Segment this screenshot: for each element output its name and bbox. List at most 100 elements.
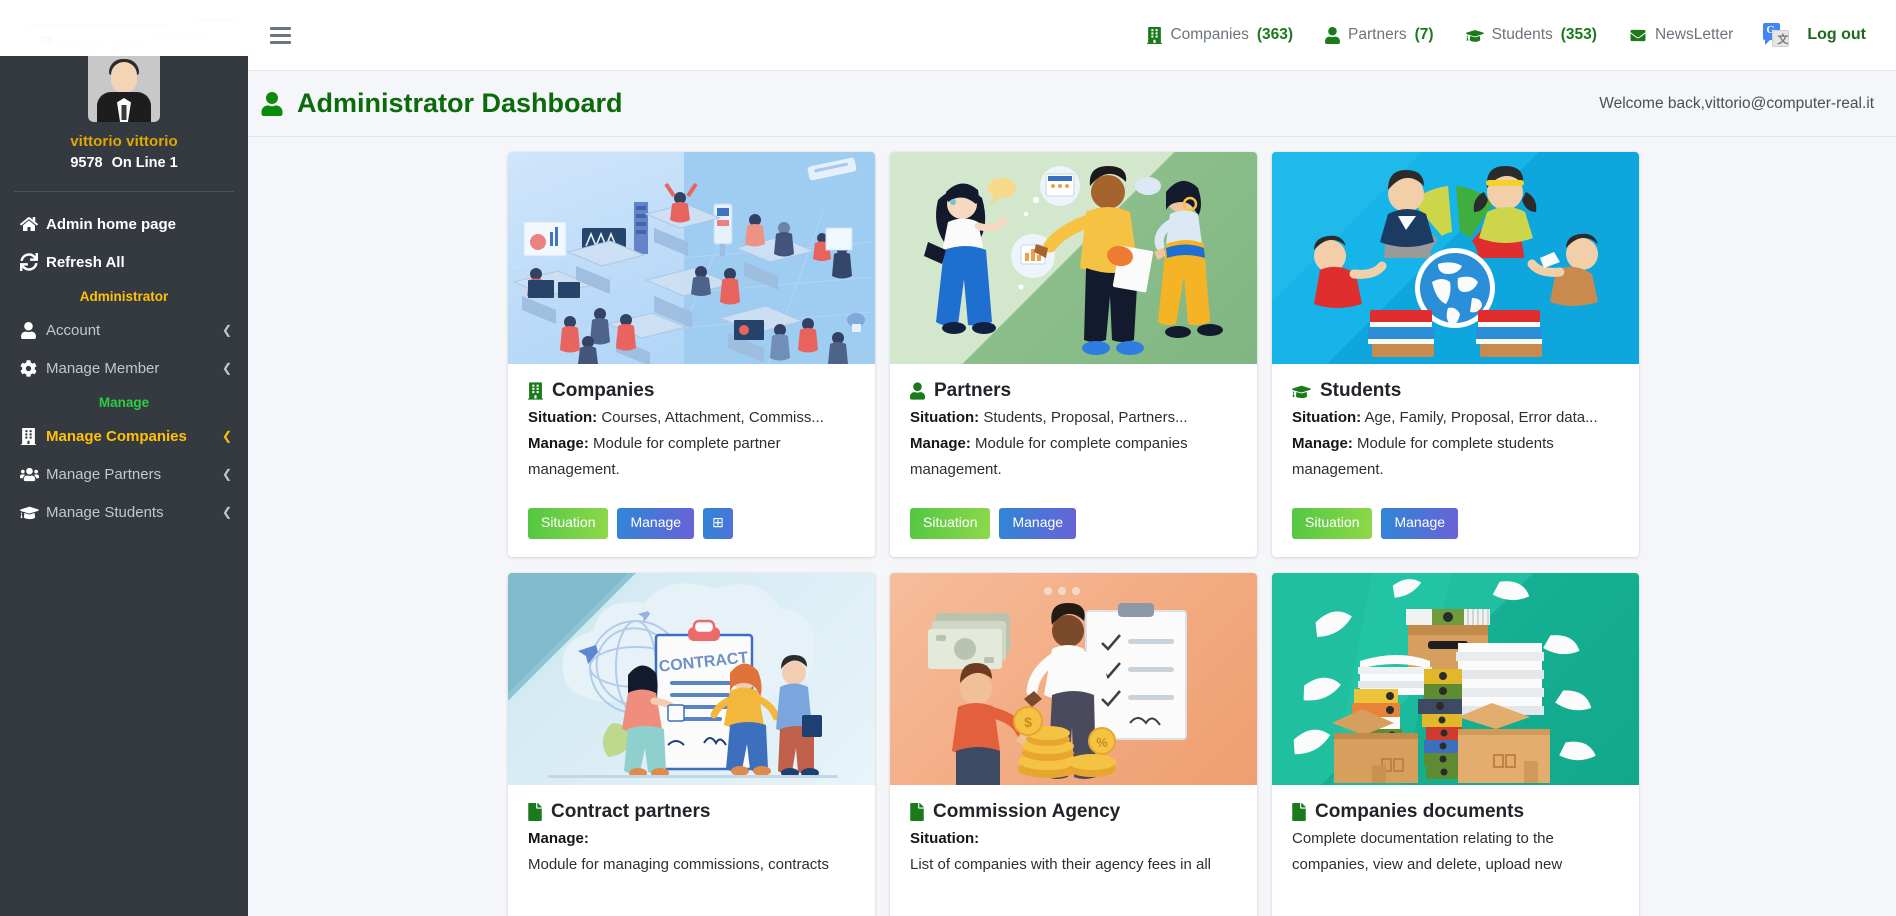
sidebar-item-label: Manage Students bbox=[46, 503, 164, 521]
site-logo-faded bbox=[0, 0, 248, 56]
card-situation-label: Situation: bbox=[910, 409, 980, 426]
card-commission-agency[interactable]: $ % Commission Agency Situation: List of… bbox=[890, 572, 1257, 916]
sidebar-item-refresh-all[interactable]: Refresh All bbox=[0, 244, 248, 280]
app-root: vittorio vittorio 9578 On Line 1 Admin ho… bbox=[0, 0, 1896, 916]
logout-button[interactable]: Log out bbox=[1807, 26, 1872, 44]
topnav-partners[interactable]: Partners (7) bbox=[1309, 26, 1450, 44]
card-actions: Situation Manage bbox=[910, 508, 1237, 539]
manage-button[interactable]: Manage bbox=[617, 508, 695, 539]
building-icon bbox=[528, 382, 543, 400]
card-title-text: Companies documents bbox=[1315, 800, 1525, 822]
sidebar-item-manage-member[interactable]: Manage Member ❮ bbox=[0, 350, 248, 386]
situation-button[interactable]: Situation bbox=[910, 508, 991, 539]
google-translate-icon[interactable]: G 文 bbox=[1763, 23, 1790, 47]
manage-button[interactable]: Manage bbox=[999, 508, 1077, 539]
top-navbar: Companies (363) Partners (7) Students (3… bbox=[248, 0, 1896, 70]
add-button[interactable]: ⊞ bbox=[703, 508, 733, 539]
card-manage-label-line: Manage: bbox=[528, 826, 855, 852]
card-body: Commission Agency Situation: List of com… bbox=[890, 785, 1257, 916]
topnav-count: (7) bbox=[1414, 26, 1434, 43]
card-contract-partners[interactable]: CONTRACT Contract partners Manage: Modul… bbox=[508, 572, 875, 916]
sidebar-item-label: Account bbox=[46, 321, 101, 339]
sidebar-item-label: Manage Companies bbox=[46, 427, 187, 445]
isometric-office-illustration bbox=[508, 152, 875, 364]
main-content: Companies Situation: Courses, Attachment… bbox=[248, 137, 1896, 916]
users-icon bbox=[20, 466, 46, 483]
svg-text:%: % bbox=[1096, 735, 1108, 750]
chevron-left-icon: ❮ bbox=[221, 467, 232, 481]
students-around-globe-illustration bbox=[1272, 152, 1639, 364]
card-title: Companies documents bbox=[1292, 801, 1619, 823]
envelope-icon bbox=[1629, 28, 1647, 43]
card-situation-label: Situation: bbox=[1292, 409, 1362, 426]
card-manage-line: Manage: Module for complete students man… bbox=[1292, 431, 1619, 483]
topnav-count: (363) bbox=[1256, 26, 1294, 43]
card-situation-label: Situation: bbox=[910, 829, 980, 847]
topnav-companies[interactable]: Companies (363) bbox=[1131, 26, 1309, 44]
card-manage-line: Manage: Module for complete companies ma… bbox=[910, 431, 1237, 483]
manage-button[interactable]: Manage bbox=[1381, 508, 1459, 539]
card-situation-text-line: List of companies with their agency fees… bbox=[910, 852, 1237, 878]
refresh-icon bbox=[20, 253, 46, 271]
card-title: Companies bbox=[528, 380, 855, 402]
user-icon bbox=[1325, 26, 1340, 44]
card-manage-line: Manage: Module for complete partner mana… bbox=[528, 431, 855, 483]
sidebar-item-manage-partners[interactable]: Manage Partners ❮ bbox=[0, 456, 248, 492]
file-icon bbox=[528, 802, 542, 821]
card-manage-label: Manage: bbox=[910, 434, 971, 452]
chevron-left-icon: ❮ bbox=[221, 429, 232, 443]
topnav-newsletter[interactable]: NewsLetter bbox=[1613, 26, 1749, 44]
chevron-left-icon: ❮ bbox=[221, 361, 232, 375]
card-situation-label-line: Situation: bbox=[910, 826, 1237, 852]
card-companies-documents[interactable]: Companies documents Complete documentati… bbox=[1272, 572, 1639, 916]
card-manage-label: Manage: bbox=[528, 434, 589, 452]
card-title-text: Students bbox=[1320, 380, 1402, 401]
graduation-cap-icon bbox=[1465, 27, 1484, 44]
card-title-text: Companies bbox=[552, 380, 655, 401]
card-companies[interactable]: Companies Situation: Courses, Attachment… bbox=[508, 152, 875, 557]
topnav-students[interactable]: Students (353) bbox=[1450, 26, 1613, 44]
sidebar-item-account[interactable]: Account ❮ bbox=[0, 312, 248, 348]
stacked-documents-illustration bbox=[1272, 572, 1639, 785]
sidebar-section-administrator: Administrator bbox=[79, 289, 169, 304]
card-title: Contract partners bbox=[528, 801, 855, 823]
hamburger-icon[interactable] bbox=[270, 22, 296, 48]
profile-name[interactable]: vittorio vittorio bbox=[0, 133, 248, 150]
graduation-cap-icon bbox=[1292, 383, 1311, 400]
card-manage-text-line: Module for managing commissions, contrac… bbox=[528, 852, 855, 878]
card-body: Partners Situation: Students, Proposal, … bbox=[890, 364, 1257, 557]
sidebar-item-label: Admin home page bbox=[46, 215, 177, 233]
sidebar-item-admin-home-page[interactable]: Admin home page bbox=[0, 206, 248, 242]
card-title: Commission Agency bbox=[910, 801, 1237, 823]
welcome-text: Welcome back,vittorio@computer-real.it bbox=[1599, 94, 1874, 112]
building-icon bbox=[1147, 26, 1163, 44]
home-icon bbox=[20, 215, 46, 233]
card-body: Contract partners Manage: Module for man… bbox=[508, 785, 875, 916]
card-situation-text: List of companies with their agency fees… bbox=[910, 855, 1211, 873]
card-manage-label: Manage: bbox=[528, 829, 589, 847]
topnav-label: Partners bbox=[1348, 26, 1407, 43]
user-icon bbox=[910, 382, 925, 400]
situation-button[interactable]: Situation bbox=[1292, 508, 1373, 539]
card-desc-text-2: companies, view and delete, upload new bbox=[1292, 855, 1563, 873]
card-situation-label: Situation: bbox=[528, 409, 598, 426]
sidebar-item-manage-students[interactable]: Manage Students ❮ bbox=[0, 494, 248, 530]
sidebar-nav: Admin home page Refresh All Administrato… bbox=[0, 192, 248, 530]
card-title: Students bbox=[1292, 380, 1619, 402]
money-commission-illustration: $ % bbox=[890, 572, 1257, 785]
file-icon bbox=[910, 802, 924, 821]
sidebar: vittorio vittorio 9578 On Line 1 Admin ho… bbox=[0, 22, 248, 916]
card-body: Companies Situation: Courses, Attachment… bbox=[508, 364, 875, 557]
situation-button[interactable]: Situation bbox=[528, 508, 609, 539]
profile-meta: 9578 On Line 1 bbox=[0, 155, 248, 171]
user-icon bbox=[261, 91, 283, 116]
translate-char-glyph: 文 bbox=[1777, 34, 1789, 46]
sidebar-item-label: Manage Member bbox=[46, 359, 160, 377]
sidebar-item-manage-companies[interactable]: Manage Companies ❮ bbox=[0, 418, 248, 454]
sidebar-item-label: Manage Partners bbox=[46, 465, 162, 483]
page-header: Administrator Dashboard Welcome back,vit… bbox=[248, 70, 1896, 137]
card-manage-label: Manage: bbox=[1292, 434, 1353, 452]
card-title: Partners bbox=[910, 380, 1237, 402]
card-partners[interactable]: Partners Situation: Students, Proposal, … bbox=[890, 152, 1257, 557]
card-students[interactable]: Students Situation: Age, Family, Proposa… bbox=[1272, 152, 1639, 557]
